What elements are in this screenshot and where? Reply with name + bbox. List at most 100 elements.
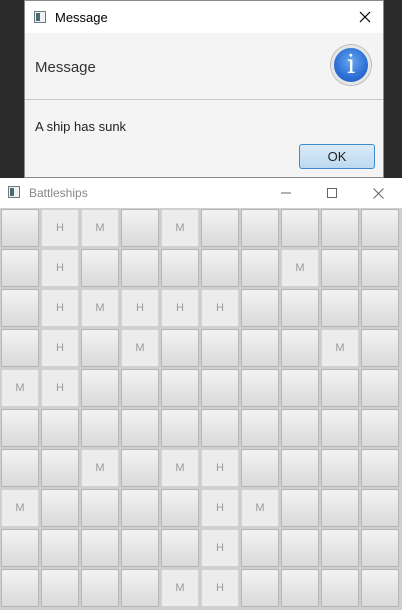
board-cell[interactable] bbox=[81, 329, 119, 367]
board-cell[interactable] bbox=[241, 569, 279, 607]
board-cell[interactable] bbox=[41, 529, 79, 567]
board-cell[interactable]: H bbox=[201, 489, 239, 527]
board-cell[interactable] bbox=[41, 449, 79, 487]
board-cell[interactable] bbox=[241, 369, 279, 407]
board-cell[interactable] bbox=[201, 249, 239, 287]
board-cell[interactable] bbox=[361, 569, 399, 607]
board-cell[interactable] bbox=[281, 529, 319, 567]
board-cell[interactable] bbox=[1, 329, 39, 367]
close-button[interactable] bbox=[351, 3, 379, 31]
board-cell[interactable] bbox=[321, 249, 359, 287]
board-cell[interactable] bbox=[241, 209, 279, 247]
board-cell[interactable] bbox=[281, 209, 319, 247]
board-cell[interactable] bbox=[321, 289, 359, 327]
board-cell[interactable] bbox=[121, 529, 159, 567]
board-cell[interactable] bbox=[321, 369, 359, 407]
board-cell[interactable]: H bbox=[201, 449, 239, 487]
board-cell[interactable]: H bbox=[121, 289, 159, 327]
board-cell[interactable]: H bbox=[201, 529, 239, 567]
board-cell[interactable] bbox=[361, 329, 399, 367]
board-cell[interactable] bbox=[281, 489, 319, 527]
board-cell[interactable] bbox=[81, 369, 119, 407]
board-cell[interactable] bbox=[361, 409, 399, 447]
board-cell[interactable] bbox=[321, 409, 359, 447]
board-cell[interactable] bbox=[121, 409, 159, 447]
board-cell[interactable] bbox=[81, 409, 119, 447]
board-cell[interactable] bbox=[361, 369, 399, 407]
board-cell[interactable]: M bbox=[1, 369, 39, 407]
board-cell[interactable] bbox=[321, 529, 359, 567]
ok-button[interactable]: OK bbox=[299, 144, 375, 169]
board-cell[interactable]: M bbox=[161, 209, 199, 247]
board-cell[interactable] bbox=[321, 489, 359, 527]
board-cell[interactable]: M bbox=[1, 489, 39, 527]
board-cell[interactable]: H bbox=[41, 329, 79, 367]
board-cell[interactable]: H bbox=[41, 369, 79, 407]
board-cell[interactable] bbox=[121, 569, 159, 607]
board-cell[interactable] bbox=[161, 489, 199, 527]
board-cell[interactable]: H bbox=[201, 569, 239, 607]
board-cell[interactable] bbox=[361, 529, 399, 567]
board-cell[interactable] bbox=[321, 569, 359, 607]
board-cell[interactable] bbox=[81, 569, 119, 607]
board-cell[interactable]: H bbox=[41, 209, 79, 247]
board-cell[interactable] bbox=[1, 249, 39, 287]
board-cell[interactable] bbox=[241, 529, 279, 567]
board-cell[interactable] bbox=[121, 209, 159, 247]
board-cell[interactable]: M bbox=[161, 449, 199, 487]
minimize-button[interactable] bbox=[263, 178, 309, 208]
board-cell[interactable]: M bbox=[161, 569, 199, 607]
board-cell[interactable] bbox=[161, 249, 199, 287]
board-cell[interactable] bbox=[1, 209, 39, 247]
board-cell[interactable]: M bbox=[321, 329, 359, 367]
board-cell[interactable] bbox=[161, 529, 199, 567]
board-cell[interactable] bbox=[241, 249, 279, 287]
board-cell[interactable] bbox=[201, 329, 239, 367]
board-cell[interactable] bbox=[361, 289, 399, 327]
board-cell[interactable] bbox=[281, 569, 319, 607]
board-cell[interactable] bbox=[201, 209, 239, 247]
board-cell[interactable] bbox=[361, 449, 399, 487]
board-cell[interactable] bbox=[241, 449, 279, 487]
board-cell[interactable] bbox=[361, 249, 399, 287]
board-cell[interactable]: M bbox=[81, 209, 119, 247]
board-cell[interactable] bbox=[41, 569, 79, 607]
board-cell[interactable] bbox=[1, 409, 39, 447]
board-cell[interactable] bbox=[121, 249, 159, 287]
board-cell[interactable] bbox=[121, 449, 159, 487]
board-cell[interactable] bbox=[281, 369, 319, 407]
board-cell[interactable] bbox=[161, 329, 199, 367]
board-cell[interactable]: M bbox=[81, 289, 119, 327]
board-cell[interactable]: H bbox=[41, 289, 79, 327]
board-cell[interactable] bbox=[281, 449, 319, 487]
board-cell[interactable]: M bbox=[121, 329, 159, 367]
close-button[interactable] bbox=[355, 178, 401, 208]
board-cell[interactable] bbox=[201, 409, 239, 447]
board-cell[interactable] bbox=[121, 489, 159, 527]
board-cell[interactable] bbox=[1, 449, 39, 487]
board-cell[interactable]: M bbox=[281, 249, 319, 287]
board-cell[interactable] bbox=[161, 409, 199, 447]
board-cell[interactable] bbox=[81, 489, 119, 527]
board-cell[interactable] bbox=[321, 209, 359, 247]
board-cell[interactable]: H bbox=[41, 249, 79, 287]
board-cell[interactable] bbox=[241, 409, 279, 447]
board-cell[interactable] bbox=[361, 209, 399, 247]
board-cell[interactable] bbox=[361, 489, 399, 527]
board-cell[interactable] bbox=[41, 409, 79, 447]
board-cell[interactable]: H bbox=[161, 289, 199, 327]
board-cell[interactable] bbox=[241, 289, 279, 327]
board-cell[interactable] bbox=[41, 489, 79, 527]
board-cell[interactable] bbox=[1, 529, 39, 567]
board-cell[interactable]: H bbox=[201, 289, 239, 327]
maximize-button[interactable] bbox=[309, 178, 355, 208]
board-cell[interactable] bbox=[201, 369, 239, 407]
board-cell[interactable] bbox=[161, 369, 199, 407]
board-cell[interactable]: M bbox=[241, 489, 279, 527]
board-cell[interactable]: M bbox=[81, 449, 119, 487]
board-cell[interactable] bbox=[281, 409, 319, 447]
board-cell[interactable] bbox=[121, 369, 159, 407]
board-cell[interactable] bbox=[1, 289, 39, 327]
board-cell[interactable] bbox=[321, 449, 359, 487]
board-cell[interactable] bbox=[281, 329, 319, 367]
